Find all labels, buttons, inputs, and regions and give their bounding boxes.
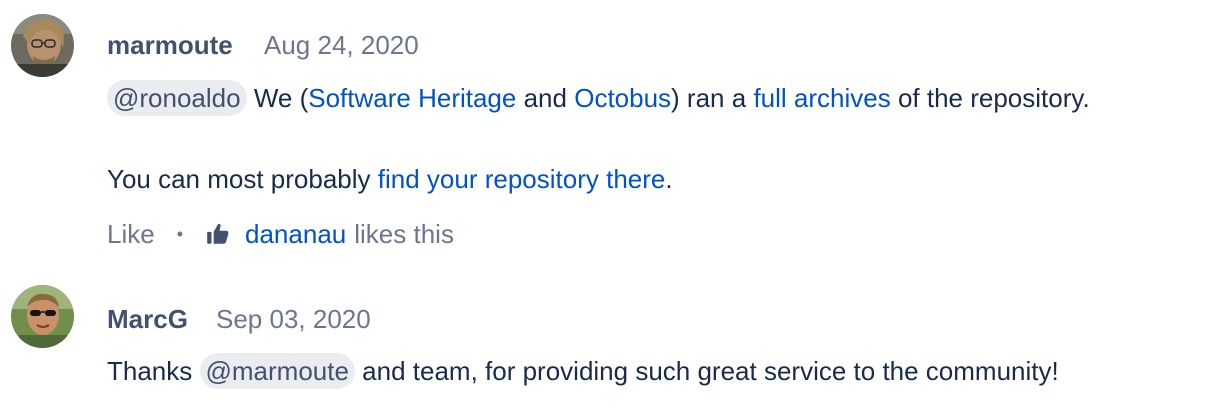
body-text: and <box>523 83 567 113</box>
comment-date[interactable]: Aug 24, 2020 <box>264 30 419 61</box>
avatar-marcg[interactable] <box>11 285 74 348</box>
separator-dot: • <box>176 224 184 244</box>
link-find-repository[interactable]: find your repository there <box>378 164 666 194</box>
avatar-marmoute[interactable] <box>11 14 74 77</box>
comment-marcg: MarcG Sep 03, 2020 Thanks @marmoute and … <box>0 270 1222 412</box>
comment-author[interactable]: MarcG <box>107 304 188 335</box>
avatar-image <box>11 14 74 77</box>
link-software-heritage[interactable]: Software Heritage <box>308 83 516 113</box>
mention-marmoute[interactable]: @marmoute <box>199 353 355 389</box>
body-text: and team, for providing such great servi… <box>362 356 1059 386</box>
body-text: . <box>665 164 673 194</box>
body-text: Thanks <box>107 356 193 386</box>
like-button[interactable]: Like <box>107 217 155 251</box>
link-octobus[interactable]: Octobus <box>574 83 671 113</box>
comment-body-line: @ronoaldo We (Software Heritage and Octo… <box>107 80 1090 116</box>
likes-suffix: likes this <box>354 219 454 249</box>
comment-actions: Like • dananau likes this <box>107 217 454 251</box>
link-full-archives[interactable]: full archives <box>753 83 890 113</box>
comment-marmoute: marmoute Aug 24, 2020 @ronoaldo We (Soft… <box>0 0 1222 270</box>
body-text: ) ran a <box>671 83 747 113</box>
comment-author[interactable]: marmoute <box>107 30 233 61</box>
liked-by-user[interactable]: dananau <box>245 217 346 251</box>
mention-ronoaldo[interactable]: @ronoaldo <box>107 80 247 116</box>
comment-date[interactable]: Sep 03, 2020 <box>216 304 371 335</box>
body-text: You can most probably <box>107 164 371 194</box>
body-text: of the repository. <box>897 83 1090 113</box>
thumbs-up-icon <box>205 221 231 247</box>
avatar-image <box>11 285 74 348</box>
body-text: We ( <box>253 83 309 113</box>
comment-body-line: Thanks @marmoute and team, for providing… <box>107 353 1059 389</box>
comment-body-line: You can most probably find your reposito… <box>107 162 673 196</box>
